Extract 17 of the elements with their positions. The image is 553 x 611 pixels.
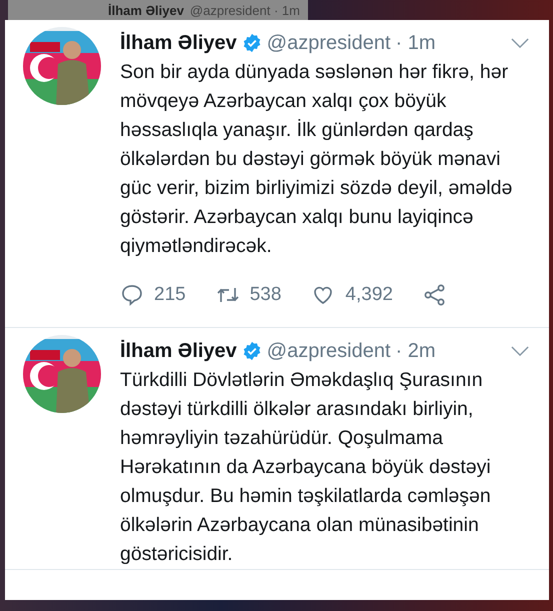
tweet-time: · 1m [396,32,436,54]
chevron-down-icon[interactable] [511,346,529,356]
author-name[interactable]: İlham Əliyev [120,340,237,362]
retweet-count: 538 [250,284,282,306]
author-name[interactable]: İlham Əliyev [120,32,237,54]
author-name: İlham Əliyev [108,2,184,18]
reply-count: 215 [154,284,186,306]
author-handle[interactable]: @azpresident [266,32,390,54]
share-icon[interactable] [422,283,447,307]
tweet-text: Son bir ayda dünyada səslənən hər fikrə, hər mövqeyə Azərbaycan xalqı çox böyük həssaslıqla yanaşır. İlk günlərdən qardaş ölkələrdən bu dəstəyi görmək böyük mənavi güc verir, bizim birliyimizi sözdə deyil, əməldə göstərir. Azərbaycan xalqı bunu layiqincə qiymətləndirəcək. [120,60,514,259]
author-handle[interactable]: @azpresident [266,340,390,362]
tweet-time: · 2m [396,340,436,362]
tweet-text: Türkdilli Dövlətlərin Əməkdaşlıq Şurasının dəstəyi türkdilli ölkələr arasındakı birliyin, həmrəyliyin təzahürüdür. Qoşulmama Hərəkatının da Azərbaycana böyük dəstəyi olmuşdur. Bu həmin təşkilatlarda cəmləşən ölkələrin Azərbaycana olan münasibətinin göstəricisidir. [120,368,492,567]
reply-icon[interactable] [120,283,144,307]
author-handle: @azpresident · 1m [190,2,300,18]
like-count: 4,392 [345,284,393,306]
chevron-down-icon[interactable] [511,38,529,48]
